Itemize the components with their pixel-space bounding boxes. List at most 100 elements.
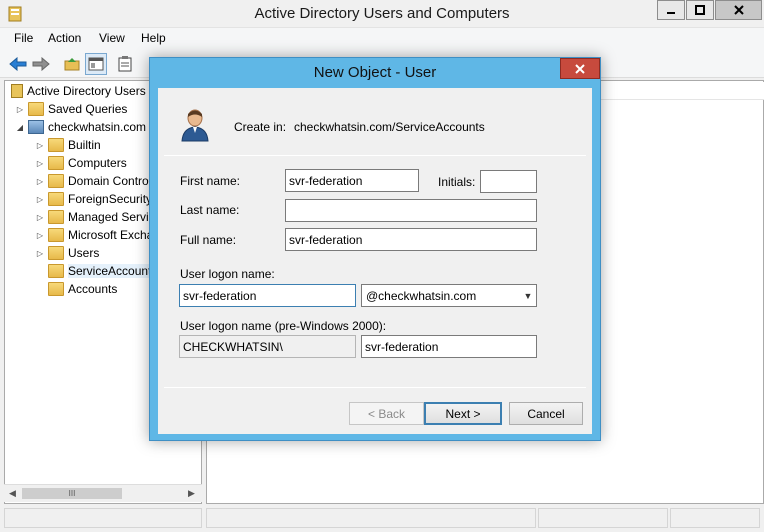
tree-item[interactable]: ▷ Computers (35, 154, 127, 172)
expander-icon[interactable]: ▷ (35, 141, 45, 150)
folder-icon (48, 174, 64, 188)
separator (164, 155, 586, 156)
logon-name-input[interactable] (179, 284, 356, 307)
full-name-label: Full name: (180, 233, 237, 247)
expander-icon[interactable]: ◢ (15, 123, 25, 132)
maximize-button[interactable] (686, 0, 714, 20)
menu-file[interactable]: File (14, 31, 33, 45)
last-name-label: Last name: (180, 203, 240, 217)
tree-item[interactable]: ▷ Builtin (35, 136, 101, 154)
tree-item-label: Microsoft Excha (68, 228, 154, 242)
cancel-button[interactable]: Cancel (509, 402, 583, 425)
clipboard-icon (118, 56, 132, 72)
next-button[interactable]: Next > (424, 402, 502, 425)
properties-button[interactable] (114, 53, 136, 75)
initials-label: Initials: (438, 175, 476, 189)
dialog-client-area: Create in: checkwhatsin.com/ServiceAccou… (158, 88, 592, 434)
tree-item[interactable]: ▷ Managed Servi (35, 208, 149, 226)
expander-icon[interactable]: ▷ (35, 213, 45, 222)
expander-icon[interactable]: ▷ (35, 249, 45, 258)
initials-input[interactable] (480, 170, 537, 193)
status-segment (4, 508, 202, 528)
pre2000-logon-input[interactable] (361, 335, 537, 358)
folder-icon (48, 246, 64, 260)
close-icon (733, 5, 744, 15)
tree-item-label: Users (68, 246, 100, 260)
menu-view[interactable]: View (99, 31, 125, 45)
tree-item[interactable]: ▷ Domain Contro (35, 172, 149, 190)
tree-root[interactable]: Active Directory Users (11, 82, 146, 100)
tree-item-label: checkwhatsin.com (48, 120, 147, 134)
chevron-down-icon[interactable]: ▼ (520, 291, 536, 301)
tree-item-label: ServiceAccount (68, 264, 152, 278)
minimize-button[interactable] (657, 0, 685, 20)
first-name-input[interactable] (285, 169, 419, 192)
forward-arrow-icon (32, 57, 50, 71)
upn-suffix-dropdown[interactable]: @checkwhatsin.com ▼ (361, 284, 537, 307)
status-segment (538, 508, 668, 528)
tree-item[interactable]: ▷ Microsoft Excha (35, 226, 153, 244)
expander-icon[interactable]: ▷ (15, 105, 25, 114)
menu-action[interactable]: Action (48, 31, 81, 45)
tree-item-label: Computers (68, 156, 127, 170)
window-title: Active Directory Users and Computers (254, 5, 510, 22)
upn-suffix-value: @checkwhatsin.com (366, 288, 477, 303)
tree-item-label: Managed Servi (68, 210, 149, 224)
back-toolbar-button[interactable] (7, 53, 29, 75)
folder-icon (48, 282, 64, 296)
tree-item-label: Accounts (68, 282, 118, 296)
user-icon (181, 109, 209, 142)
tree-item-label: ForeignSecurity (68, 192, 153, 206)
up-folder-button[interactable] (61, 53, 83, 75)
up-folder-icon (64, 58, 80, 71)
pre2000-domain-field (179, 335, 356, 358)
status-segment (206, 508, 536, 528)
tree-item[interactable]: Accounts (35, 280, 117, 298)
tree-item[interactable]: ▷ ForeignSecurity (35, 190, 152, 208)
folder-icon (48, 156, 64, 170)
main-titlebar: Active Directory Users and Computers (0, 0, 764, 28)
scroll-thumb[interactable]: III (22, 488, 122, 499)
folder-icon (28, 102, 44, 116)
expander-icon[interactable]: ▷ (35, 231, 45, 240)
first-name-label: First name: (180, 174, 241, 188)
tree-item-label: Domain Contro (68, 174, 149, 188)
show-console-tree-button[interactable] (85, 53, 107, 75)
scroll-left-icon[interactable]: ◀ (9, 488, 16, 499)
tree-item[interactable]: ▷ Users (35, 244, 99, 262)
tree-item[interactable]: ▷ Saved Queries (15, 100, 127, 118)
expander-icon[interactable]: ▷ (35, 195, 45, 204)
expander-icon[interactable]: ▷ (35, 177, 45, 186)
tree-item[interactable]: ◢ checkwhatsin.com (15, 118, 146, 136)
results-column-header[interactable] (596, 82, 764, 100)
tree-horizontal-scrollbar[interactable]: ◀ III ▶ (4, 484, 202, 502)
create-in-path: checkwhatsin.com/ServiceAccounts (294, 120, 485, 134)
last-name-input[interactable] (285, 199, 537, 222)
new-object-user-dialog: New Object - User Create in: checkwhatsi… (149, 57, 601, 441)
maximize-icon (695, 5, 705, 15)
close-icon (575, 63, 585, 74)
full-name-input[interactable] (285, 228, 537, 251)
minimize-icon (667, 12, 675, 14)
dialog-close-button[interactable] (560, 58, 600, 79)
tree-item[interactable]: ServiceAccount (35, 262, 152, 280)
menu-bar: File Action View Help (0, 28, 764, 50)
dialog-title: New Object - User (313, 64, 437, 81)
main-close-button[interactable] (715, 0, 762, 20)
domain-icon (28, 120, 44, 134)
status-segment (670, 508, 760, 528)
tree-item-label: Builtin (68, 138, 101, 152)
back-arrow-icon (9, 57, 27, 71)
expander-icon[interactable]: ▷ (35, 159, 45, 168)
back-button[interactable]: < Back (349, 402, 424, 425)
scroll-right-icon[interactable]: ▶ (188, 488, 195, 499)
status-bar (0, 504, 764, 532)
forward-toolbar-button[interactable] (30, 53, 52, 75)
folder-icon (48, 228, 64, 242)
separator (164, 387, 586, 388)
menu-help[interactable]: Help (141, 31, 166, 45)
logon-name-label: User logon name: (180, 267, 275, 281)
folder-icon (48, 192, 64, 206)
console-tree-icon (88, 57, 104, 71)
folder-icon (48, 210, 64, 224)
